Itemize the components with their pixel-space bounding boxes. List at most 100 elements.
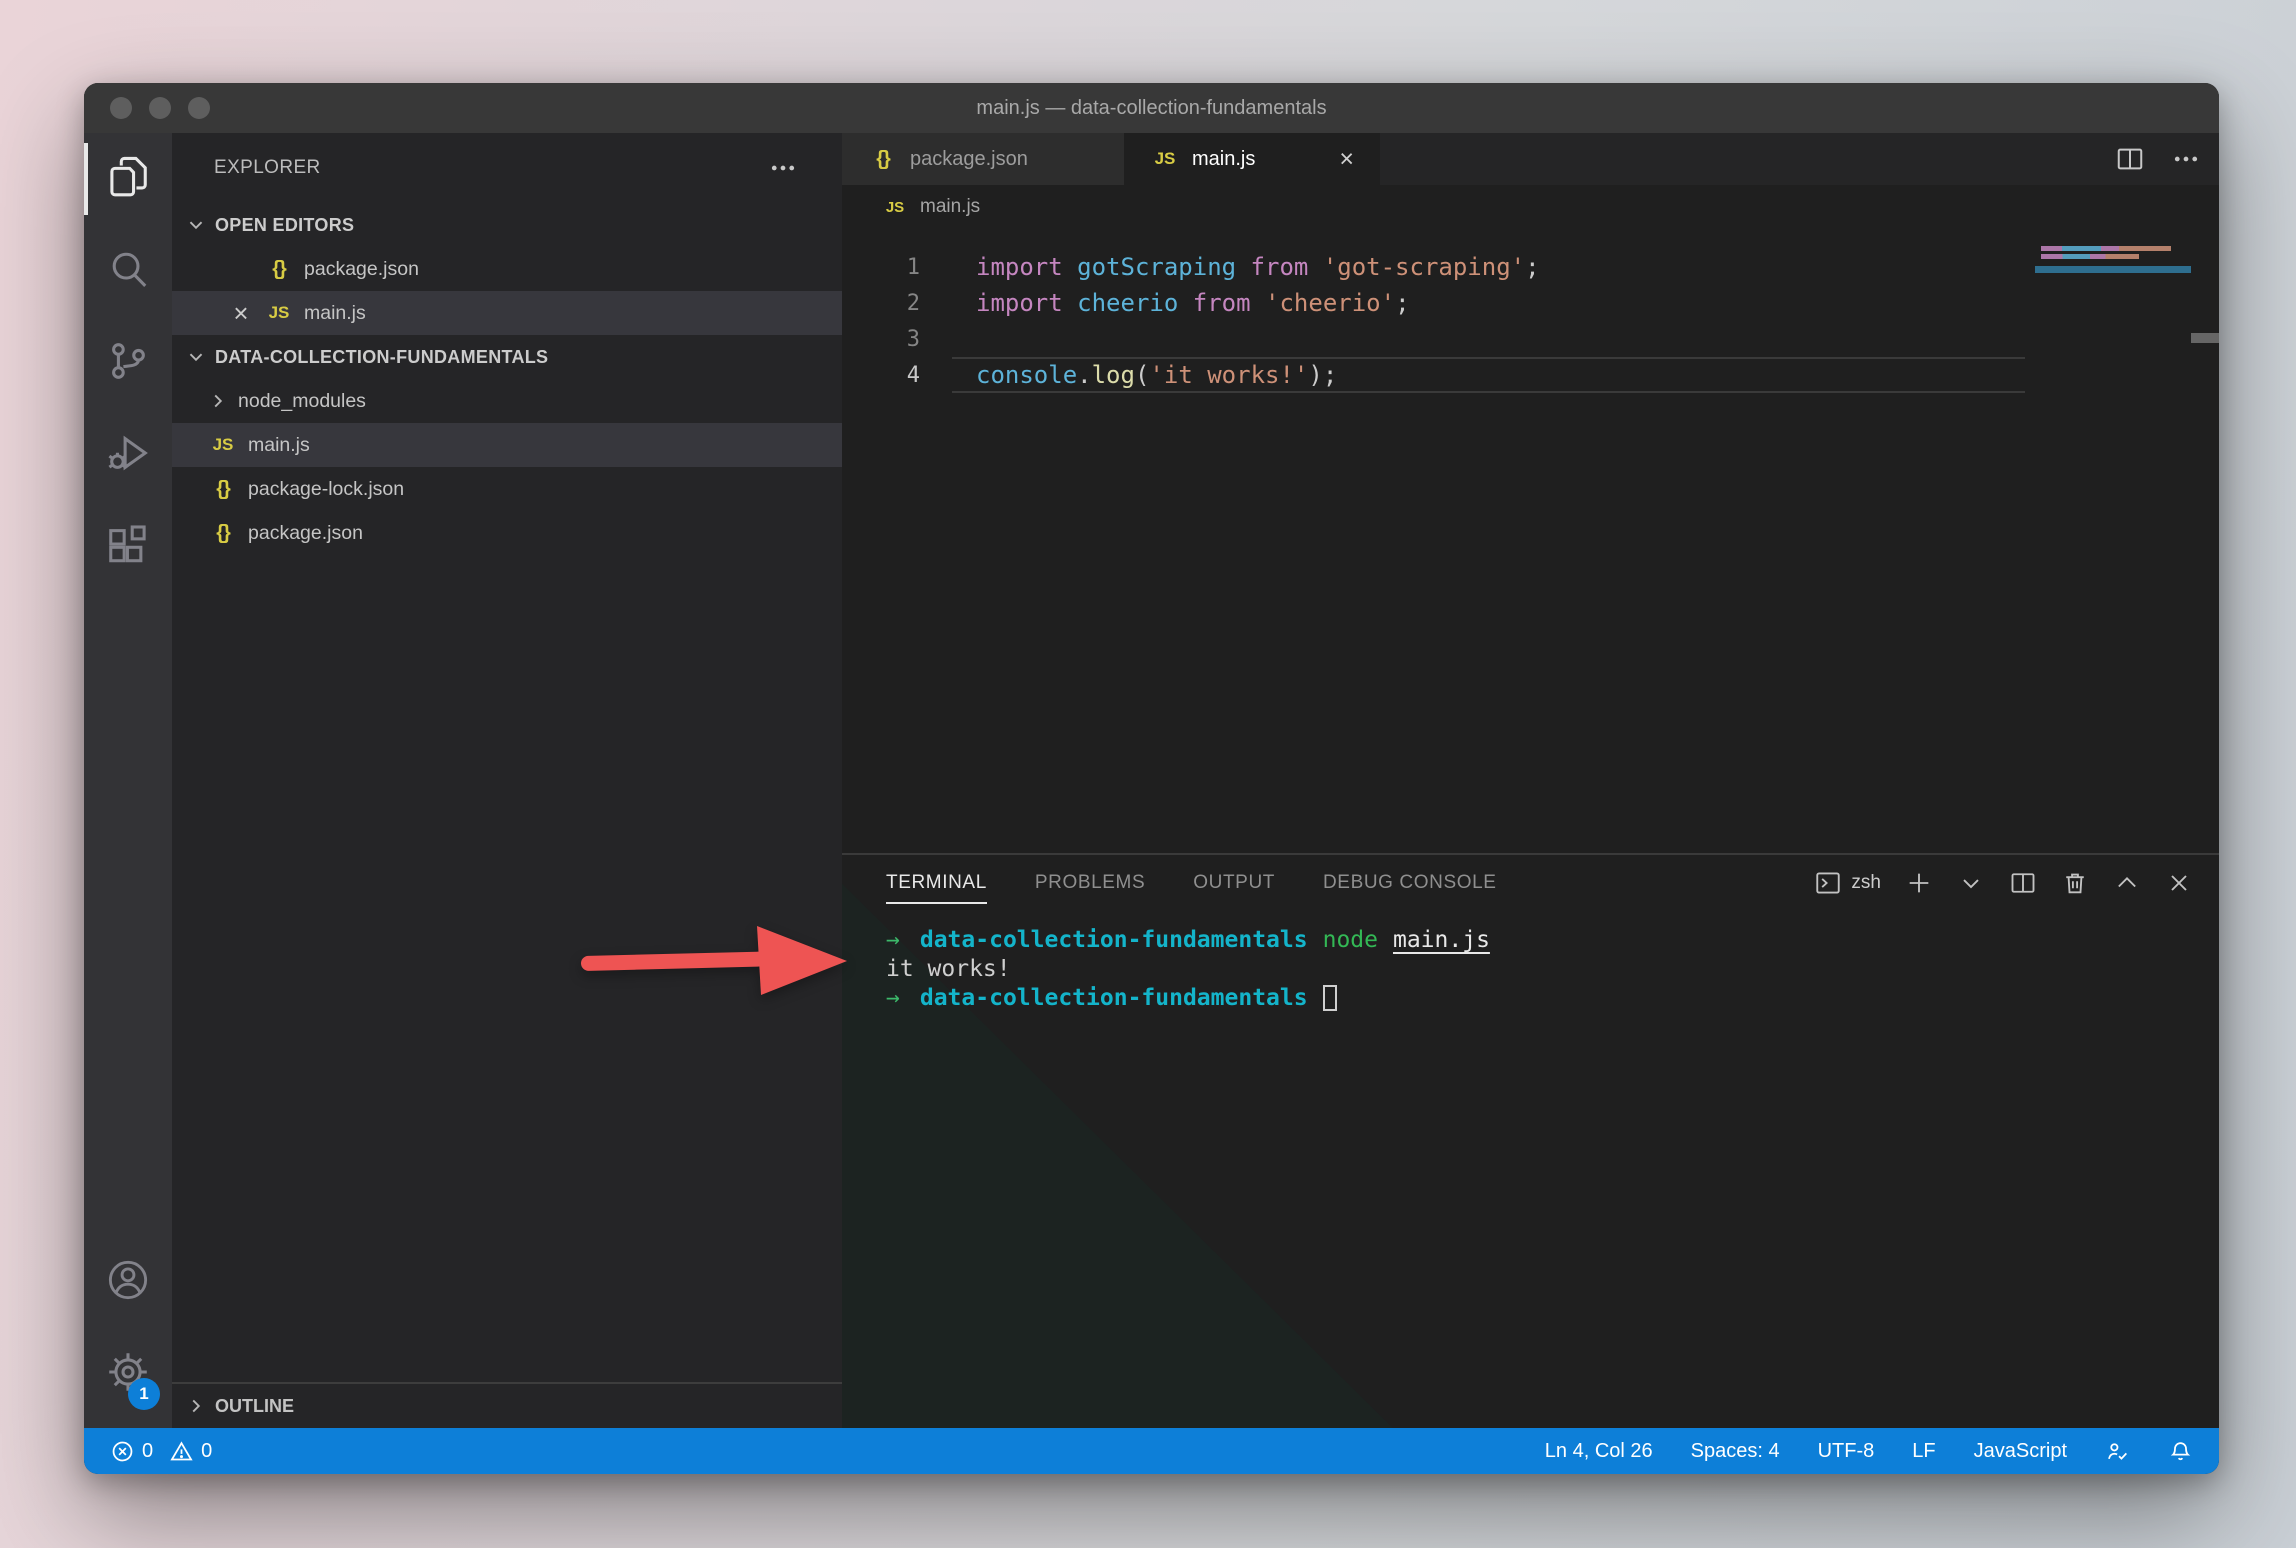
notifications-button[interactable]	[2168, 1439, 2193, 1464]
trash-icon	[2061, 869, 2089, 897]
eol-status[interactable]: LF	[1912, 1440, 1935, 1463]
minimap-line	[2041, 254, 2139, 259]
open-editor-package-json[interactable]: {} package.json	[172, 247, 842, 291]
minimize-window-button[interactable]	[149, 97, 171, 119]
open-editor-main-js[interactable]: × JS main.js	[172, 291, 842, 335]
folder-label: node_modules	[238, 390, 366, 413]
more-actions-icon	[768, 153, 798, 183]
error-count: 0	[142, 1440, 153, 1463]
code-text: import cheerio from 'cheerio';	[920, 289, 1410, 317]
close-panel-button[interactable]	[2165, 869, 2193, 897]
scrollbar-track[interactable]	[2191, 229, 2219, 853]
code-text: console.log('it works!');	[920, 361, 1337, 389]
split-terminal-button[interactable]	[2009, 869, 2037, 897]
prompt-arrow: →	[886, 927, 900, 953]
code-line-current: 4 console.log('it works!');	[842, 357, 2035, 393]
settings-badge: 1	[128, 1378, 160, 1410]
tab-output[interactable]: OUTPUT	[1193, 855, 1275, 911]
sidebar-header: EXPLORER	[172, 133, 842, 203]
line-number: 1	[842, 255, 920, 280]
account-button[interactable]	[84, 1236, 172, 1328]
tab-debug-console[interactable]: DEBUG CONSOLE	[1323, 855, 1497, 911]
problems-status[interactable]: 0 0	[110, 1439, 212, 1464]
scrollbar-thumb[interactable]	[2191, 333, 2219, 343]
tab-problems[interactable]: PROBLEMS	[1035, 855, 1145, 911]
line-number: 3	[842, 327, 920, 352]
chevron-down-icon	[186, 215, 206, 235]
js-icon: JS	[880, 199, 910, 216]
code-lines: 1 import gotScraping from 'got-scraping'…	[842, 229, 2035, 853]
tab-main-js[interactable]: JS main.js ×	[1124, 133, 1380, 185]
section-outline[interactable]: OUTLINE	[172, 1382, 842, 1428]
section-open-editors[interactable]: OPEN EDITORS	[172, 203, 842, 247]
close-icon	[2165, 869, 2193, 897]
sidebar-item-run-debug[interactable]	[84, 409, 172, 501]
zoom-window-button[interactable]	[188, 97, 210, 119]
tree-item-package-lock-json[interactable]: {} package-lock.json	[172, 467, 842, 511]
split-editor-icon	[2115, 144, 2145, 174]
status-bar: 0 0 Ln 4, Col 26 Spaces: 4 UTF-8 LF Java…	[84, 1428, 2219, 1474]
terminal-output[interactable]: → data-collection-fundamentals node main…	[842, 911, 2219, 1428]
sidebar-item-extensions[interactable]	[84, 501, 172, 593]
terminal-shell-button[interactable]: zsh	[1814, 869, 1881, 897]
section-label: OUTLINE	[215, 1396, 294, 1417]
close-window-button[interactable]	[110, 97, 132, 119]
warning-count: 0	[201, 1440, 212, 1463]
terminal-line: → data-collection-fundamentals node main…	[886, 925, 2219, 954]
editor-surface[interactable]: 1 import gotScraping from 'got-scraping'…	[842, 229, 2219, 853]
chevron-down-icon	[1957, 869, 1985, 897]
sidebar-item-source-control[interactable]	[84, 317, 172, 409]
sidebar-title-label: EXPLORER	[214, 157, 321, 179]
chevron-down-icon	[186, 347, 206, 367]
minimap[interactable]	[2035, 229, 2191, 853]
editor-group: {} package.json JS main.js ×	[842, 133, 2219, 1428]
prompt-directory: data-collection-fundamentals	[920, 927, 1308, 953]
maximize-panel-button[interactable]	[2113, 869, 2141, 897]
language-mode-status[interactable]: JavaScript	[1974, 1440, 2067, 1463]
new-terminal-button[interactable]	[1905, 869, 1933, 897]
chevron-up-icon	[2113, 869, 2141, 897]
terminal-cursor	[1323, 985, 1337, 1011]
titlebar: main.js — data-collection-fundamentals	[84, 83, 2219, 133]
more-editor-actions-button[interactable]	[2171, 144, 2201, 174]
warning-icon	[169, 1439, 194, 1464]
desktop-background: main.js — data-collection-fundamentals	[0, 0, 2296, 1548]
encoding-status[interactable]: UTF-8	[1818, 1440, 1875, 1463]
chevron-right-icon	[186, 1396, 206, 1416]
code-line: 1 import gotScraping from 'got-scraping'…	[842, 249, 2035, 285]
settings-button[interactable]: 1	[84, 1328, 172, 1420]
tab-terminal[interactable]: TERMINAL	[886, 855, 987, 911]
activity-bar: 1	[84, 133, 172, 1428]
tab-package-json[interactable]: {} package.json	[842, 133, 1124, 185]
annotation-arrow	[575, 920, 855, 1004]
sidebar-item-explorer[interactable]	[84, 133, 172, 225]
plus-icon	[1905, 869, 1933, 897]
tab-label: main.js	[1192, 148, 1255, 171]
explorer-more-actions-button[interactable]	[768, 153, 798, 183]
bell-icon	[2168, 1439, 2193, 1464]
terminal-line: → data-collection-fundamentals	[886, 983, 2219, 1012]
tree-item-node-modules[interactable]: node_modules	[172, 379, 842, 423]
json-icon: {}	[208, 522, 238, 545]
terminal-dropdown-button[interactable]	[1957, 869, 1985, 897]
account-icon	[105, 1257, 151, 1308]
tree-item-main-js[interactable]: JS main.js	[172, 423, 842, 467]
breadcrumb-item: main.js	[920, 196, 980, 218]
cursor-position-status[interactable]: Ln 4, Col 26	[1545, 1440, 1653, 1463]
sidebar-item-search[interactable]	[84, 225, 172, 317]
js-icon: JS	[208, 435, 238, 455]
close-tab-icon[interactable]: ×	[1339, 145, 1354, 174]
section-workspace-folder[interactable]: DATA-COLLECTION-FUNDAMENTALS	[172, 335, 842, 379]
split-editor-button[interactable]	[2115, 144, 2145, 174]
code-line: 2 import cheerio from 'cheerio';	[842, 285, 2035, 321]
json-icon: {}	[208, 478, 238, 501]
breadcrumb[interactable]: JS main.js	[842, 185, 2219, 229]
explorer-sidebar: EXPLORER OPEN EDITORS {} package.json	[172, 133, 842, 1428]
tree-item-package-json[interactable]: {} package.json	[172, 511, 842, 555]
window-controls	[110, 83, 210, 133]
indentation-status[interactable]: Spaces: 4	[1691, 1440, 1780, 1463]
feedback-button[interactable]	[2105, 1439, 2130, 1464]
js-icon: JS	[264, 303, 294, 323]
close-editor-icon[interactable]: ×	[228, 300, 254, 326]
kill-terminal-button[interactable]	[2061, 869, 2089, 897]
